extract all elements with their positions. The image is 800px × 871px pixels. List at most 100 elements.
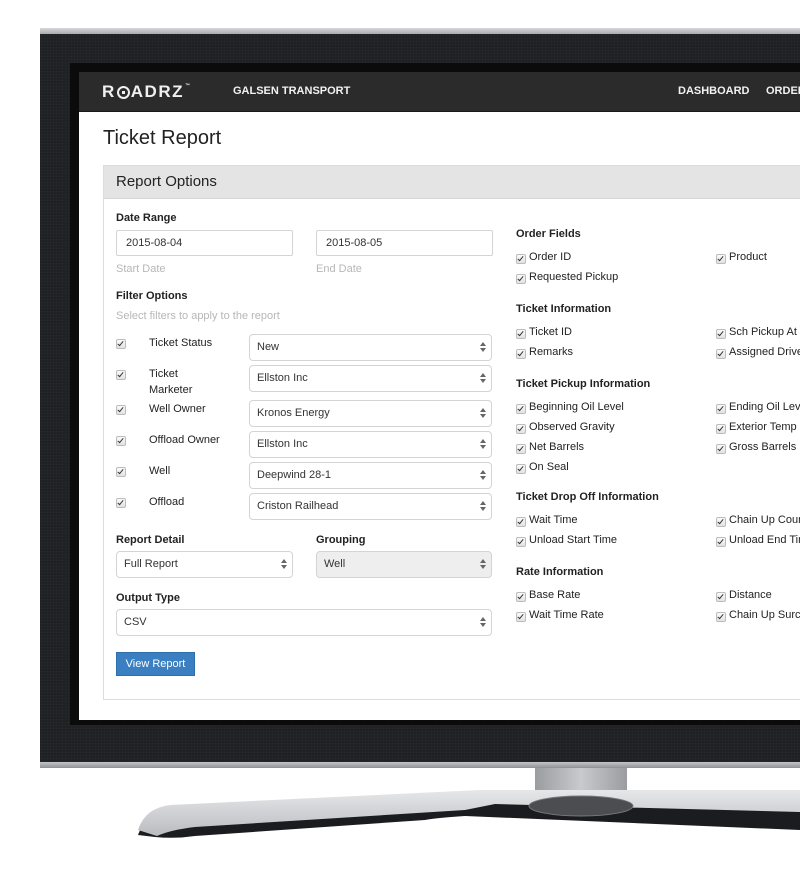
select-caret-icon (480, 500, 486, 513)
field-label: Chain Up Count (729, 514, 800, 526)
field-group-heading: Order Fields (516, 228, 581, 240)
filter-label: Offload Owner (149, 434, 220, 446)
report-options-panel: Report Options Date Range 2015-08-04 Sta… (103, 165, 800, 700)
select-caret-icon (480, 407, 486, 420)
field-checkbox[interactable] (516, 404, 526, 414)
filter-offload-owner-select[interactable]: Ellston Inc (249, 431, 492, 458)
field-checkbox[interactable] (716, 444, 726, 454)
select-value: Well (324, 558, 346, 570)
field-checkbox[interactable] (716, 537, 726, 547)
select-value: Ellston Inc (257, 438, 308, 450)
start-date-input[interactable]: 2015-08-04 (116, 230, 293, 256)
output-type-label: Output Type (116, 592, 180, 604)
select-caret-icon (480, 372, 486, 385)
field-checkbox[interactable] (516, 464, 526, 474)
field-label: Gross Barrels (729, 441, 797, 453)
page-title: Ticket Report (103, 127, 222, 149)
field-checkbox[interactable] (516, 537, 526, 547)
app-screen: R ADRZ ™ GALSEN TRANSPORT DASHBOARD ORDE… (79, 72, 800, 720)
field-checkbox[interactable] (516, 274, 526, 284)
date-range-label: Date Range (116, 212, 177, 224)
filter-ticket-status-select[interactable]: New (249, 334, 492, 361)
field-label: Order ID (529, 251, 572, 263)
field-label: Wait Time (529, 514, 578, 526)
select-caret-icon (480, 469, 486, 482)
field-checkbox[interactable] (516, 254, 526, 264)
field-checkbox[interactable] (516, 349, 526, 359)
filter-label: Offload (149, 496, 185, 508)
start-date-help: Start Date (116, 263, 166, 275)
filter-ticket-marketer-checkbox[interactable] (116, 370, 126, 380)
select-caret-icon (281, 558, 287, 571)
filter-offload-checkbox[interactable] (116, 498, 126, 508)
field-checkbox[interactable] (516, 329, 526, 339)
select-value: New (257, 341, 280, 353)
field-checkbox[interactable] (516, 592, 526, 602)
filter-label: Well Owner (149, 403, 206, 415)
field-checkbox[interactable] (516, 612, 526, 622)
field-checkbox[interactable] (716, 404, 726, 414)
field-label: Unload Start Time (529, 534, 618, 546)
logo-wheel-icon (116, 85, 130, 99)
filter-well-checkbox[interactable] (116, 467, 126, 477)
end-date-input[interactable]: 2015-08-05 (316, 230, 493, 256)
select-value: CSV (124, 616, 147, 628)
filter-options-help: Select filters to apply to the report (116, 310, 280, 322)
view-report-button[interactable]: View Report (116, 652, 195, 676)
field-checkbox[interactable] (516, 444, 526, 454)
field-label: Ticket ID (529, 326, 572, 338)
filter-label: Well (149, 465, 171, 477)
field-label: Base Rate (529, 589, 581, 601)
field-label: Product (729, 251, 767, 263)
field-checkbox[interactable] (716, 592, 726, 602)
select-value: Kronos Energy (257, 407, 330, 419)
field-label: Chain Up Surcharge (729, 609, 800, 621)
filter-ticket-status-checkbox[interactable] (116, 339, 126, 349)
field-checkbox[interactable] (716, 424, 726, 434)
filter-well-owner-checkbox[interactable] (116, 405, 126, 415)
field-label: Distance (729, 589, 772, 601)
field-checkbox[interactable] (716, 254, 726, 264)
logo-text-end: ADRZ (130, 82, 184, 101)
field-checkbox[interactable] (716, 329, 726, 339)
top-navbar: R ADRZ ™ GALSEN TRANSPORT DASHBOARD ORDE… (79, 72, 800, 112)
field-checkbox[interactable] (716, 349, 726, 359)
filter-options-label: Filter Options (116, 290, 188, 302)
monitor-bottom-edge (40, 762, 800, 768)
field-label: Sch Pickup At (729, 326, 797, 338)
select-caret-icon (480, 616, 486, 629)
filter-offload-owner-checkbox[interactable] (116, 436, 126, 446)
filter-well-select[interactable]: Deepwind 28-1 (249, 462, 492, 489)
field-checkbox[interactable] (516, 517, 526, 527)
filter-offload-select[interactable]: Criston Railhead (249, 493, 492, 520)
field-label: Wait Time Rate (529, 609, 604, 621)
field-label: Requested Pickup (529, 271, 619, 283)
filter-label: Ticket Status (149, 337, 213, 349)
field-label: Ending Oil Level (729, 401, 800, 413)
field-group-heading: Ticket Information (516, 303, 612, 315)
grouping-select: Well (316, 551, 492, 578)
select-caret-icon (480, 558, 486, 571)
select-value: Deepwind 28-1 (257, 469, 331, 481)
field-label: Net Barrels (529, 441, 585, 453)
nav-link-orders[interactable]: ORDERS (766, 85, 800, 97)
select-value: Full Report (124, 558, 178, 570)
report-detail-label: Report Detail (116, 534, 185, 546)
field-checkbox[interactable] (716, 517, 726, 527)
output-type-select[interactable]: CSV (116, 609, 492, 636)
field-label: Remarks (529, 346, 574, 358)
field-checkbox[interactable] (716, 612, 726, 622)
logo-trademark: ™ (185, 83, 192, 89)
select-caret-icon (480, 438, 486, 451)
filter-ticket-marketer-select[interactable]: Ellston Inc (249, 365, 492, 392)
select-caret-icon (480, 341, 486, 354)
filter-well-owner-select[interactable]: Kronos Energy (249, 400, 492, 427)
field-checkbox[interactable] (516, 424, 526, 434)
roadrz-logo[interactable]: R ADRZ ™ (102, 82, 192, 101)
filter-label: Ticket Marketer (149, 368, 193, 396)
field-group-heading: Ticket Pickup Information (516, 378, 651, 390)
nav-link-dashboard[interactable]: DASHBOARD (678, 85, 750, 97)
report-detail-select[interactable]: Full Report (116, 551, 293, 578)
select-value: Criston Railhead (257, 500, 339, 512)
field-label: Assigned Driver (729, 346, 800, 358)
